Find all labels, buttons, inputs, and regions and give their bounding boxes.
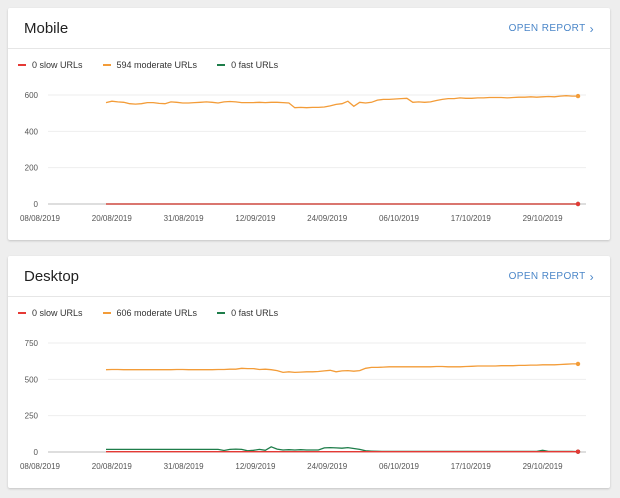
series-endpoint-slow bbox=[575, 201, 581, 207]
x-tick-label: 20/08/2019 bbox=[92, 462, 133, 471]
x-tick-label: 24/09/2019 bbox=[307, 462, 348, 471]
y-tick-label: 200 bbox=[25, 164, 39, 173]
mobile-panel: Mobile OPEN REPORT › 0 slow URLs 594 mod… bbox=[8, 8, 610, 240]
x-tick-label: 17/10/2019 bbox=[451, 462, 492, 471]
x-tick-label: 06/10/2019 bbox=[379, 462, 420, 471]
y-tick-label: 600 bbox=[25, 91, 39, 100]
series-endpoint-slow bbox=[575, 449, 581, 454]
x-tick-label: 06/10/2019 bbox=[379, 214, 420, 223]
x-tick-label: 20/08/2019 bbox=[92, 214, 133, 223]
desktop-panel: Desktop OPEN REPORT › 0 slow URLs 606 mo… bbox=[8, 256, 610, 488]
series-line-moderate bbox=[105, 363, 578, 374]
y-tick-label: 0 bbox=[34, 200, 39, 209]
x-tick-label: 12/09/2019 bbox=[235, 462, 276, 471]
y-tick-label: 750 bbox=[25, 339, 39, 348]
series-line-moderate bbox=[105, 95, 578, 109]
x-tick-label: 29/10/2019 bbox=[523, 462, 564, 471]
x-tick-label: 17/10/2019 bbox=[451, 214, 492, 223]
y-tick-label: 250 bbox=[25, 412, 39, 421]
series-line-fast bbox=[106, 446, 579, 453]
series-endpoint-moderate bbox=[575, 361, 581, 367]
x-tick-label: 29/10/2019 bbox=[523, 214, 564, 223]
x-tick-label: 08/08/2019 bbox=[20, 462, 61, 471]
y-tick-label: 500 bbox=[25, 375, 39, 384]
x-tick-label: 08/08/2019 bbox=[20, 214, 61, 223]
x-tick-label: 31/08/2019 bbox=[164, 462, 205, 471]
x-tick-label: 24/09/2019 bbox=[307, 214, 348, 223]
y-tick-label: 0 bbox=[34, 448, 39, 457]
x-tick-label: 12/09/2019 bbox=[235, 214, 276, 223]
mobile-chart: 0 200 400 600 08/08/2019 20/08/2019 31/08/2019… bbox=[20, 91, 586, 223]
series-endpoint-moderate bbox=[575, 93, 581, 99]
x-tick-label: 31/08/2019 bbox=[164, 214, 205, 223]
y-tick-label: 400 bbox=[25, 127, 39, 136]
desktop-chart: 0 250 500 750 08/08/2019 20/08/2019 31/08/2019… bbox=[20, 339, 586, 471]
